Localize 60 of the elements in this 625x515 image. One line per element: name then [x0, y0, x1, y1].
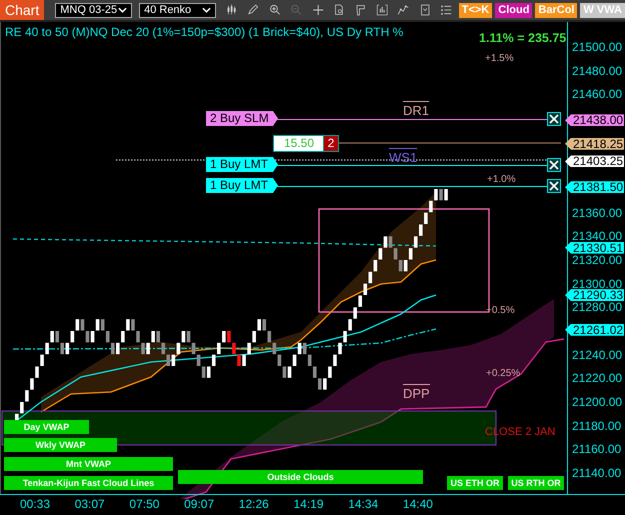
price-tick-label: 21460.00	[572, 88, 622, 100]
price-marker: 21403.25	[565, 155, 624, 168]
price-marker: 21330.51	[565, 242, 624, 254]
toolbar-button[interactable]: Cloud	[495, 2, 532, 18]
instrument-dropdown[interactable]: MNQ 03-25	[55, 2, 132, 18]
time-label: 03:07	[74, 497, 105, 511]
close-icon[interactable]	[547, 112, 561, 126]
level-label: +0.5%	[486, 305, 515, 316]
order-label[interactable]: 2 Buy SLM	[206, 111, 278, 126]
indicator-label: Outside Clouds	[178, 470, 423, 484]
price-tick-label: 21160.00	[572, 443, 622, 456]
caret-icon	[202, 7, 211, 13]
order-label[interactable]: 1 Buy LMT	[206, 178, 278, 193]
time-label: 14:40	[402, 497, 433, 511]
price-tick-label: 21480.00	[572, 64, 622, 77]
indicator-label: Wkly VWAP	[4, 438, 117, 452]
price-marker: 21438.00	[565, 114, 624, 126]
level-label: +0.25%	[486, 368, 520, 379]
price-tick-label: 21140.00	[572, 466, 622, 479]
price-marker: 21261.02	[565, 324, 624, 336]
chart-title: RE 40 to 50 (M)NQ Dec 20 (1%=150p=$300) (1 Brick=$40), US Dy RTH %	[5, 25, 404, 39]
indicator-label: Mnt VWAP	[4, 457, 173, 471]
level-label: +1.5%	[485, 53, 514, 64]
price-marker: 21290.33	[565, 289, 624, 302]
time-label: 00:33	[20, 497, 50, 511]
time-label: 09:07	[184, 497, 214, 511]
indicator-label: Day VWAP	[4, 420, 89, 434]
time-label: 14:34	[348, 497, 378, 511]
change-reading: 1.11% = 235.75	[479, 31, 566, 45]
price-tick-label: 21340.00	[572, 230, 622, 242]
bar-type-dropdown[interactable]: 40 Renko	[139, 2, 216, 18]
time-label: 07:50	[129, 497, 160, 511]
indicator-label: Tenkan-Kijun Fast Cloud Lines	[4, 476, 173, 490]
price-marker: 21381.50	[565, 181, 624, 194]
document-icon[interactable]	[418, 2, 432, 18]
caret-icon	[118, 7, 128, 13]
time-label: 12:26	[238, 497, 269, 511]
price-tick-label: 21360.00	[572, 206, 622, 219]
bar-chart-icon[interactable]	[376, 2, 388, 18]
price-tick-label: 21240.00	[572, 348, 622, 361]
price-tick-label: 21500.00	[572, 41, 622, 53]
pivot-label: DPP	[403, 384, 430, 401]
pivot-label: DR1	[403, 101, 430, 118]
price-tick-label: 21180.00	[572, 420, 622, 432]
price-marker: 21418.25	[565, 138, 624, 150]
indicator-label: US RTH OR	[508, 476, 564, 490]
chart-title-button[interactable]: Chart	[0, 0, 44, 20]
order-label[interactable]: 1 Buy LMT	[206, 157, 278, 172]
price-tick-label: 21320.00	[572, 254, 622, 266]
price-tick-label: 21220.00	[572, 372, 622, 384]
time-label: 14:19	[294, 497, 324, 511]
close-icon[interactable]	[547, 158, 561, 172]
indicator-label: US ETH OR	[447, 476, 503, 490]
price-tick-label: 21200.00	[572, 396, 622, 408]
crosshair-icon[interactable]	[312, 2, 324, 18]
close-icon[interactable]	[547, 179, 561, 193]
price-tick-label: 21300.00	[572, 278, 622, 290]
level-label: +1.0%	[487, 174, 516, 185]
price-tick-label: 21280.00	[572, 301, 622, 314]
quantity-badge[interactable]: 2	[323, 135, 339, 152]
